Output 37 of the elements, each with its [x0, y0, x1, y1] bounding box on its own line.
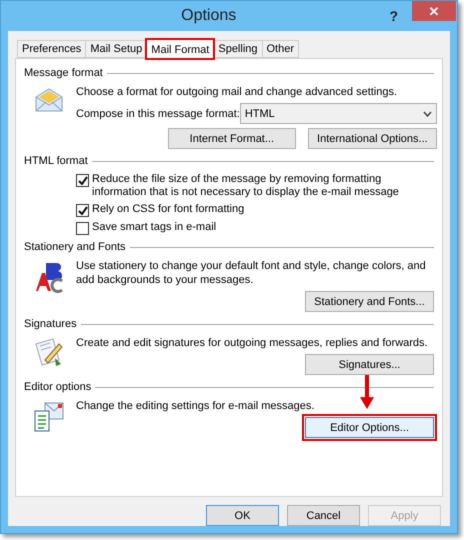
tab[interactable]: Mail Format	[146, 39, 214, 59]
checkbox[interactable]	[76, 222, 89, 235]
close-button[interactable]: ✕	[412, 1, 456, 21]
section-heading: Message format	[24, 67, 103, 79]
checkbox[interactable]	[76, 204, 89, 217]
section-heading: Signatures	[24, 318, 77, 330]
section-description: Create and edit signatures for outgoing messages, replies and forwards.	[76, 336, 429, 350]
section-description: Use stationery to change your default font and style, change colors, and add backgrounds to your messages.	[76, 259, 427, 287]
checkbox-label: Save smart tags in e-mail	[92, 221, 216, 234]
option-button[interactable]: International Options...	[308, 128, 437, 149]
document-pen-icon	[33, 338, 65, 368]
option-button[interactable]: Internet Format...	[168, 128, 296, 149]
checkbox-label: Reduce the file size of the message by removing formatting information that is not necessary to display the e-mail message	[92, 173, 400, 199]
letters-icon	[34, 261, 64, 293]
section-heading: HTML format	[24, 155, 88, 167]
documents-icon	[33, 401, 65, 433]
section-heading: Editor options	[24, 381, 92, 393]
dialog-button[interactable]: OK	[206, 505, 279, 526]
checkbox-label: Rely on CSS for font formatting	[92, 203, 244, 216]
envelope-icon	[34, 87, 64, 113]
section-description: Choose a format for outgoing mail and change advanced settings.	[76, 85, 398, 99]
format-dropdown[interactable]: HTML	[240, 103, 437, 124]
chevron-down-icon	[422, 110, 432, 116]
tab[interactable]: Preferences	[17, 40, 86, 58]
compose-label: Compose in this message format:	[76, 108, 240, 120]
window-title: Options	[180, 7, 238, 25]
checkbox[interactable]	[76, 174, 89, 187]
section-description: Change the editing settings for e-mail messages.	[76, 399, 316, 413]
section-heading: Stationery and Fonts	[24, 241, 126, 253]
option-button[interactable]: Signatures...	[305, 354, 434, 375]
help-button[interactable]: ?	[389, 8, 398, 24]
tab[interactable]: Other	[262, 40, 300, 58]
tab[interactable]: Spelling	[213, 40, 262, 58]
option-button[interactable]: Editor Options...	[305, 417, 434, 438]
dialog-button[interactable]: Cancel	[287, 505, 360, 526]
tab[interactable]: Mail Setup	[85, 40, 148, 58]
option-button[interactable]: Stationery and Fonts...	[305, 291, 434, 312]
